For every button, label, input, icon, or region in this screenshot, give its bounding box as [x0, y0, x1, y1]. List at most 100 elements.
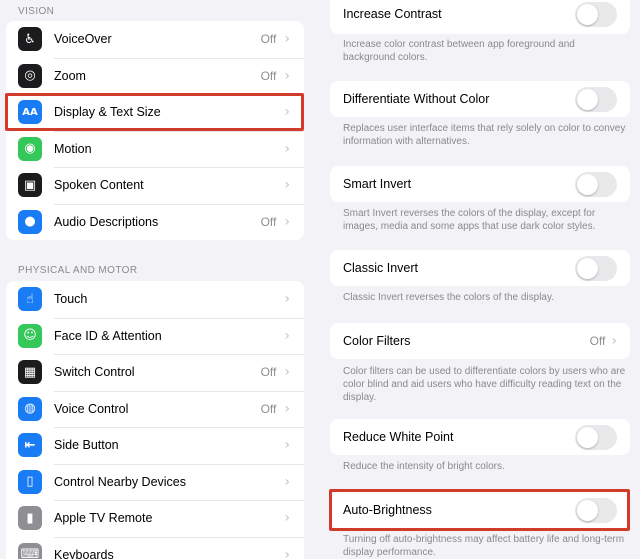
setting-footer: Color filters can be used to differentia… — [343, 366, 626, 403]
row-keyboards[interactable]: ⌨ Keyboards › — [6, 536, 304, 559]
toggle-knob — [577, 426, 598, 448]
row-spoken-content[interactable]: ▣ Spoken Content › — [6, 167, 304, 204]
chevron-right-icon: › — [284, 400, 290, 417]
text-size-icon: AA — [18, 100, 42, 125]
voice-control-icon: ◍ — [18, 396, 42, 421]
chevron-right-icon: › — [284, 140, 290, 157]
voiceover-icon: ♿ — [18, 27, 42, 52]
side-button-icon: ⇤ — [18, 433, 42, 458]
nearby-devices-icon: ▯ — [18, 469, 42, 494]
chevron-right-icon: › — [284, 473, 290, 490]
chevron-right-icon: › — [284, 213, 290, 230]
differentiate-without-color-toggle[interactable] — [575, 86, 617, 112]
display-text-size-pane: Increase Contrast Increase color contras… — [320, 0, 640, 559]
row-value: Off — [260, 68, 277, 83]
setting-footer: Reduce the intensity of bright colors. — [343, 461, 505, 472]
chevron-right-icon: › — [284, 177, 290, 194]
row-display-text-size[interactable]: AA Display & Text Size › — [6, 94, 304, 131]
setting-footer: Replaces user interface items that rely … — [343, 123, 626, 147]
spoken-content-icon: ▣ — [18, 173, 42, 198]
row-voiceover[interactable]: ♿ VoiceOver Off › — [6, 21, 304, 58]
setting-label: Differentiate Without Color — [343, 92, 490, 106]
setting-label: Increase Contrast — [343, 7, 442, 21]
row-label: VoiceOver — [54, 32, 112, 47]
setting-color-filters[interactable]: Color Filters Off › — [330, 323, 630, 359]
section-header-vision: VISION — [18, 6, 55, 17]
chevron-right-icon: › — [611, 333, 617, 349]
row-value: Off — [260, 32, 277, 47]
row-face-id-attention[interactable]: ☺ Face ID & Attention › — [6, 317, 304, 355]
auto-brightness-toggle[interactable] — [575, 497, 617, 523]
chevron-right-icon: › — [284, 327, 290, 344]
row-label: Zoom — [54, 68, 86, 83]
accessibility-list-pane: VISION ♿ VoiceOver Off › ◎ Zoom Off › AA… — [0, 0, 320, 559]
toggle-knob — [577, 88, 598, 110]
row-label: Side Button — [54, 438, 119, 453]
row-label: Apple TV Remote — [54, 511, 153, 526]
vision-group: ♿ VoiceOver Off › ◎ Zoom Off › AA Displa… — [6, 21, 304, 240]
section-header-physical-motor: PHYSICAL AND MOTOR — [18, 265, 138, 276]
setting-label: Smart Invert — [343, 177, 412, 191]
chevron-right-icon: › — [284, 291, 290, 308]
chevron-right-icon: › — [284, 510, 290, 527]
classic-invert-toggle[interactable] — [575, 255, 617, 281]
tv-remote-icon: ▮ — [18, 506, 42, 531]
row-label: Spoken Content — [54, 178, 144, 193]
zoom-icon: ◎ — [18, 63, 42, 88]
setting-footer: Increase color contrast between app fore… — [343, 39, 575, 63]
face-id-icon: ☺ — [18, 323, 42, 348]
row-label: Voice Control — [54, 401, 129, 416]
chevron-right-icon: › — [284, 546, 290, 559]
setting-increase-contrast: Increase Contrast — [330, 0, 630, 34]
row-label: Touch — [54, 292, 88, 307]
row-label: Control Nearby Devices — [54, 474, 186, 489]
setting-classic-invert: Classic Invert — [330, 250, 630, 286]
physical-motor-group: ☝ Touch › ☺ Face ID & Attention › ▦ Swit… — [6, 281, 304, 559]
row-label: Display & Text Size — [54, 105, 161, 120]
setting-footer: Smart Invert reverses the colors of the … — [343, 208, 596, 232]
row-label: Audio Descriptions — [54, 214, 159, 229]
setting-label: Classic Invert — [343, 261, 419, 275]
audio-descriptions-icon: ● — [18, 209, 42, 234]
setting-reduce-white-point: Reduce White Point — [330, 419, 630, 455]
setting-label: Auto-Brightness — [343, 503, 432, 517]
setting-auto-brightness: Auto-Brightness — [330, 492, 630, 528]
increase-contrast-toggle[interactable] — [575, 1, 617, 27]
reduce-white-point-toggle[interactable] — [575, 424, 617, 450]
toggle-knob — [577, 3, 598, 25]
chevron-right-icon: › — [284, 104, 290, 121]
row-value: Off — [260, 401, 277, 416]
row-label: Face ID & Attention — [54, 328, 162, 343]
toggle-knob — [577, 257, 598, 279]
row-motion[interactable]: ◉ Motion › — [6, 130, 304, 168]
motion-icon: ◉ — [18, 136, 42, 161]
chevron-right-icon: › — [284, 67, 290, 84]
row-touch[interactable]: ☝ Touch › — [6, 281, 304, 318]
toggle-knob — [577, 173, 598, 195]
row-label: Switch Control — [54, 365, 135, 380]
chevron-right-icon: › — [284, 437, 290, 454]
smart-invert-toggle[interactable] — [575, 171, 617, 197]
touch-icon: ☝ — [18, 287, 42, 312]
row-value: Off — [260, 214, 277, 229]
row-label: Motion — [54, 141, 92, 156]
setting-label: Reduce White Point — [343, 430, 454, 444]
row-control-nearby-devices[interactable]: ▯ Control Nearby Devices › — [6, 463, 304, 501]
row-zoom[interactable]: ◎ Zoom Off › — [6, 57, 304, 95]
chevron-right-icon: › — [284, 364, 290, 381]
switch-control-icon: ▦ — [18, 360, 42, 385]
row-audio-descriptions[interactable]: ● Audio Descriptions Off › — [6, 203, 304, 241]
setting-value: Off — [589, 334, 606, 348]
row-label: Keyboards — [54, 547, 114, 559]
row-value: Off — [260, 365, 277, 380]
setting-footer: Classic Invert reverses the colors of th… — [343, 292, 555, 303]
setting-differentiate-without-color: Differentiate Without Color — [330, 81, 630, 117]
row-voice-control[interactable]: ◍ Voice Control Off › — [6, 390, 304, 428]
setting-footer: Turning off auto-brightness may affect b… — [343, 534, 625, 558]
row-switch-control[interactable]: ▦ Switch Control Off › — [6, 354, 304, 391]
setting-smart-invert: Smart Invert — [330, 166, 630, 202]
row-apple-tv-remote[interactable]: ▮ Apple TV Remote › — [6, 500, 304, 537]
row-side-button[interactable]: ⇤ Side Button › — [6, 427, 304, 464]
toggle-knob — [577, 499, 598, 521]
setting-label: Color Filters — [343, 334, 411, 348]
